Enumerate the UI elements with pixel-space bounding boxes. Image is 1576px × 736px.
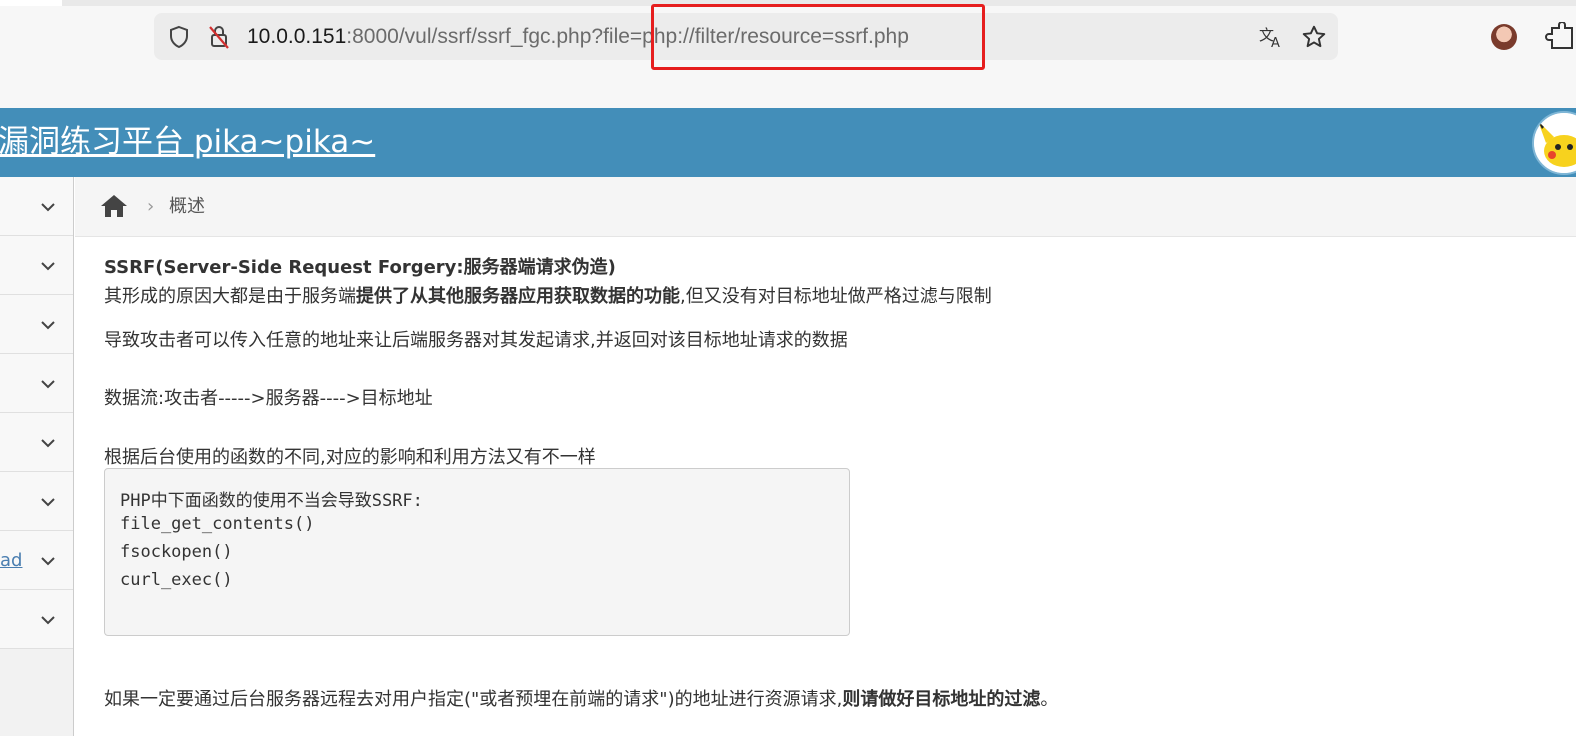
content-final-line: 如果一定要通过后台服务器远程去对用户指定("或者预埋在前端的请求")的地址进行资…	[104, 685, 1058, 711]
breadcrumb: › 概述	[75, 177, 1576, 237]
browser-toolbar: 10.0.0.151:8000/vul/ssrf/ssrf_fgc.php?fi…	[0, 0, 1576, 108]
final-bold-text: 则请做好目标地址的过滤	[842, 689, 1041, 710]
line1-bold-text: 提供了从其他服务器应用获取数据的功能	[356, 286, 680, 307]
sidebar-item[interactable]: ad	[0, 531, 73, 590]
shield-icon[interactable]	[162, 13, 196, 60]
breadcrumb-current: 概述	[169, 196, 205, 217]
sidebar-item[interactable]	[0, 295, 73, 354]
chevron-down-icon[interactable]	[37, 590, 59, 649]
chevron-down-icon[interactable]	[37, 413, 59, 472]
code-line: PHP中下面函数的使用不当会导致SSRF:	[120, 491, 423, 511]
active-tab[interactable]	[0, 0, 62, 6]
translate-icon[interactable]: 文 A	[1254, 13, 1290, 60]
url-host: 10.0.0.151	[247, 25, 347, 48]
content-line-4: 根据后台使用的函数的不同,对应的影响和利用方法又有不一样	[104, 447, 596, 468]
chevron-down-icon[interactable]	[37, 472, 59, 531]
highlight-annotation	[651, 4, 985, 70]
final-tail-text: 。	[1040, 689, 1059, 710]
star-icon[interactable]	[1296, 13, 1332, 60]
content-heading: SSRF(Server-Side Request Forgery:服务器端请求伪…	[104, 257, 616, 278]
content-line-2: 导致攻击者可以传入任意的地址来让后端服务器对其发起请求,并返回对该目标地址请求的…	[104, 330, 848, 351]
svg-text:A: A	[1271, 36, 1280, 49]
sidebar-item[interactable]	[0, 236, 73, 295]
code-line: file_get_contents()	[120, 514, 315, 534]
breadcrumb-separator: ›	[147, 196, 155, 217]
sidebar: ad	[0, 177, 74, 736]
content-line-3: 数据流:攻击者----->服务器---->目标地址	[104, 388, 433, 409]
chevron-down-icon[interactable]	[37, 295, 59, 354]
avatar[interactable]	[1491, 24, 1517, 50]
code-line: fsockopen()	[120, 542, 233, 562]
insecure-lock-icon[interactable]	[202, 13, 236, 60]
sidebar-item[interactable]	[0, 177, 73, 236]
code-line: curl_exec()	[120, 570, 233, 590]
chevron-down-icon[interactable]	[37, 531, 59, 590]
home-icon[interactable]	[100, 193, 128, 219]
sidebar-item[interactable]	[0, 590, 73, 649]
site-title-link[interactable]: 漏洞练习平台 pika~pika~	[0, 108, 375, 177]
content-line-1: 其形成的原因大都是由于服务端提供了从其他服务器应用获取数据的功能,但又没有对目标…	[104, 282, 992, 308]
site-header: 漏洞练习平台 pika~pika~	[0, 108, 1576, 177]
line1-tail-text: ,但又没有对目标地址做严格过滤与限制	[680, 286, 992, 307]
chevron-down-icon[interactable]	[37, 354, 59, 413]
sidebar-item[interactable]	[0, 354, 73, 413]
sidebar-item[interactable]	[0, 472, 73, 531]
extensions-icon[interactable]	[1544, 21, 1576, 52]
chevron-down-icon[interactable]	[37, 236, 59, 295]
code-block: PHP中下面函数的使用不当会导致SSRF: file_get_contents(…	[104, 468, 850, 636]
line1-text: 其形成的原因大都是由于服务端	[104, 286, 356, 307]
chevron-down-icon[interactable]	[37, 177, 59, 236]
sidebar-item[interactable]	[0, 413, 73, 472]
final-text: 如果一定要通过后台服务器远程去对用户指定("或者预埋在前端的请求")的地址进行资…	[104, 689, 843, 710]
sidebar-item-label[interactable]: ad	[0, 531, 22, 590]
